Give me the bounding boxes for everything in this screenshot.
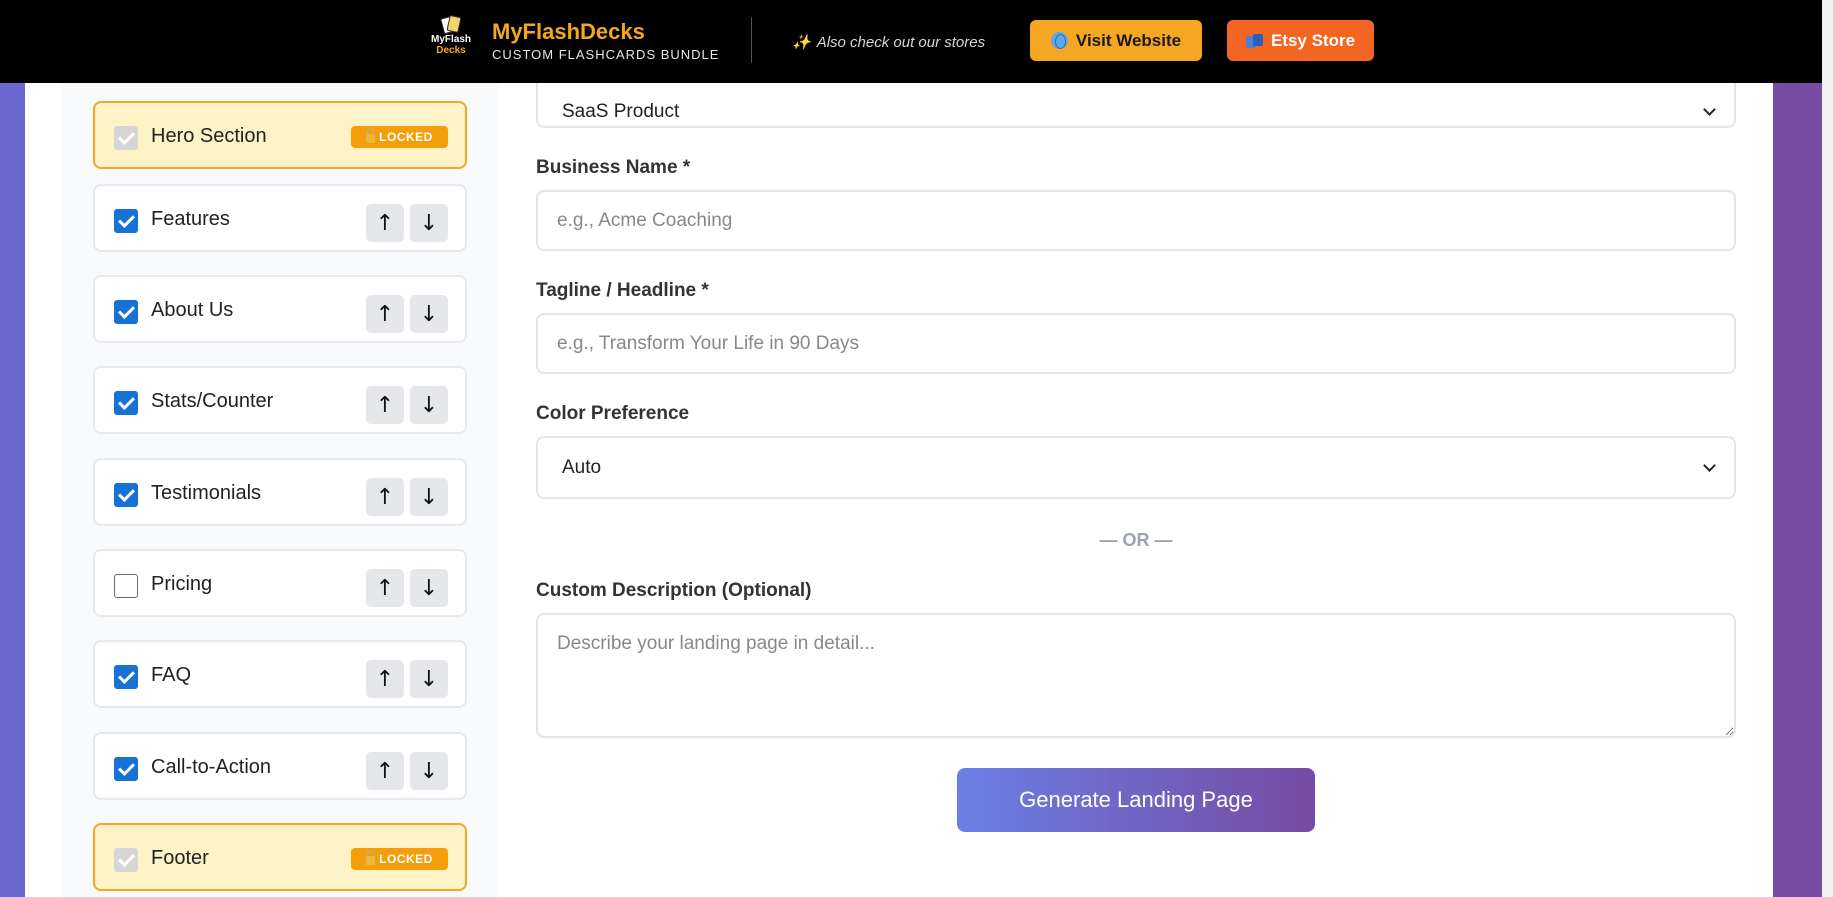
- move-up-button[interactable]: ↑: [366, 386, 404, 424]
- or-divider: — OR —: [1099, 530, 1173, 550]
- locked-badge-text: LOCKED: [379, 852, 433, 866]
- lock-icon: [366, 851, 376, 865]
- section-item-footer: Footer LOCKED: [93, 823, 467, 891]
- also-check-text: ✨ Also check out our stores: [792, 33, 985, 51]
- section-item-testimonials: Testimonials ↑ ↓: [93, 458, 467, 526]
- section-label: Footer: [151, 847, 209, 869]
- generate-landing-page-button[interactable]: Generate Landing Page: [957, 768, 1315, 832]
- page-scrollbar[interactable]: [1822, 0, 1833, 897]
- etsy-store-label: Etsy Store: [1270, 30, 1356, 50]
- move-down-button[interactable]: ↓: [410, 660, 448, 698]
- section-item-pricing: Pricing ↑ ↓: [93, 549, 467, 617]
- section-label: About Us: [151, 299, 234, 321]
- section-label: Features: [151, 208, 230, 230]
- business-name-label: Business Name *: [536, 157, 691, 178]
- top-header-bar: MyFlash Decks MyFlashDecks CUSTOM FLASHC…: [0, 0, 1822, 83]
- brand-name: MyFlashDecks: [492, 19, 645, 44]
- section-label: Stats/Counter: [151, 390, 274, 412]
- sections-sidebar: Hero Section LOCKED Features ↑ ↓ About U…: [61, 60, 498, 897]
- section-label: Hero Section: [151, 125, 267, 147]
- etsy-store-button[interactable]: Etsy Store: [1227, 20, 1374, 61]
- visit-website-button[interactable]: Visit Website: [1030, 20, 1202, 61]
- section-label: Call-to-Action: [151, 756, 272, 778]
- move-down-button[interactable]: ↓: [410, 569, 448, 607]
- section-label: FAQ: [151, 664, 192, 686]
- move-down-button[interactable]: ↓: [410, 752, 448, 790]
- business-name-input[interactable]: [536, 190, 1736, 251]
- color-preference-label: Color Preference: [536, 403, 690, 424]
- move-down-button[interactable]: ↓: [410, 295, 448, 333]
- about-us-checkbox[interactable]: [114, 300, 138, 324]
- pricing-checkbox[interactable]: [114, 574, 138, 598]
- custom-description-label: Custom Description (Optional): [536, 580, 812, 601]
- section-item-call-to-action: Call-to-Action ↑ ↓: [93, 732, 467, 800]
- section-label: Testimonials: [151, 482, 262, 504]
- faq-checkbox[interactable]: [114, 665, 138, 689]
- brand-logo[interactable]: MyFlash Decks: [425, 14, 477, 70]
- section-label: Pricing: [151, 573, 213, 595]
- section-item-about-us: About Us ↑ ↓: [93, 275, 467, 343]
- section-item-features: Features ↑ ↓: [93, 184, 467, 252]
- locked-badge: LOCKED: [351, 848, 448, 870]
- footer-checkbox: [114, 848, 138, 872]
- move-up-button[interactable]: ↑: [366, 752, 404, 790]
- features-checkbox[interactable]: [114, 209, 138, 233]
- move-up-button[interactable]: ↑: [366, 569, 404, 607]
- custom-description-textarea[interactable]: [536, 613, 1736, 738]
- move-up-button[interactable]: ↑: [366, 660, 404, 698]
- move-down-button[interactable]: ↓: [410, 204, 448, 242]
- color-preference-value: Auto: [562, 456, 602, 478]
- section-item-stats-counter: Stats/Counter ↑ ↓: [93, 366, 467, 434]
- section-item-hero: Hero Section LOCKED: [93, 101, 467, 169]
- locked-badge: LOCKED: [351, 126, 448, 148]
- sparkles-icon: ✨: [792, 33, 811, 51]
- logo-line-1: MyFlash: [430, 34, 471, 45]
- move-up-button[interactable]: ↑: [366, 295, 404, 333]
- chevron-down-icon: [1703, 103, 1716, 116]
- stats-counter-checkbox[interactable]: [114, 391, 138, 415]
- logo-line-2: Decks: [436, 45, 466, 56]
- hero-checkbox: [114, 126, 138, 150]
- globe-icon: [1050, 32, 1068, 49]
- visit-website-label: Visit Website: [1075, 30, 1182, 50]
- chevron-down-icon: [1703, 458, 1716, 472]
- move-down-button[interactable]: ↓: [410, 386, 448, 424]
- locked-badge-text: LOCKED: [379, 130, 433, 144]
- tagline-label: Tagline / Headline *: [536, 280, 709, 301]
- landing-type-value: SaaS Product: [562, 101, 680, 122]
- section-item-faq: FAQ ↑ ↓: [93, 640, 467, 708]
- move-up-button[interactable]: ↑: [366, 204, 404, 242]
- flashcards-icon: [438, 14, 464, 35]
- also-check-label: Also check out our stores: [816, 33, 986, 51]
- move-down-button[interactable]: ↓: [410, 478, 448, 516]
- call-to-action-checkbox[interactable]: [114, 757, 138, 781]
- color-preference-select[interactable]: Auto: [536, 436, 1736, 499]
- shopping-bags-icon: [1245, 33, 1263, 49]
- brand-subtitle: CUSTOM FLASHCARDS BUNDLE: [492, 47, 720, 62]
- tagline-input[interactable]: [536, 313, 1736, 374]
- logo-text: MyFlash Decks: [431, 34, 471, 56]
- header-divider: [751, 17, 752, 63]
- testimonials-checkbox[interactable]: [114, 483, 138, 507]
- lock-icon: [366, 129, 376, 143]
- move-up-button[interactable]: ↑: [366, 478, 404, 516]
